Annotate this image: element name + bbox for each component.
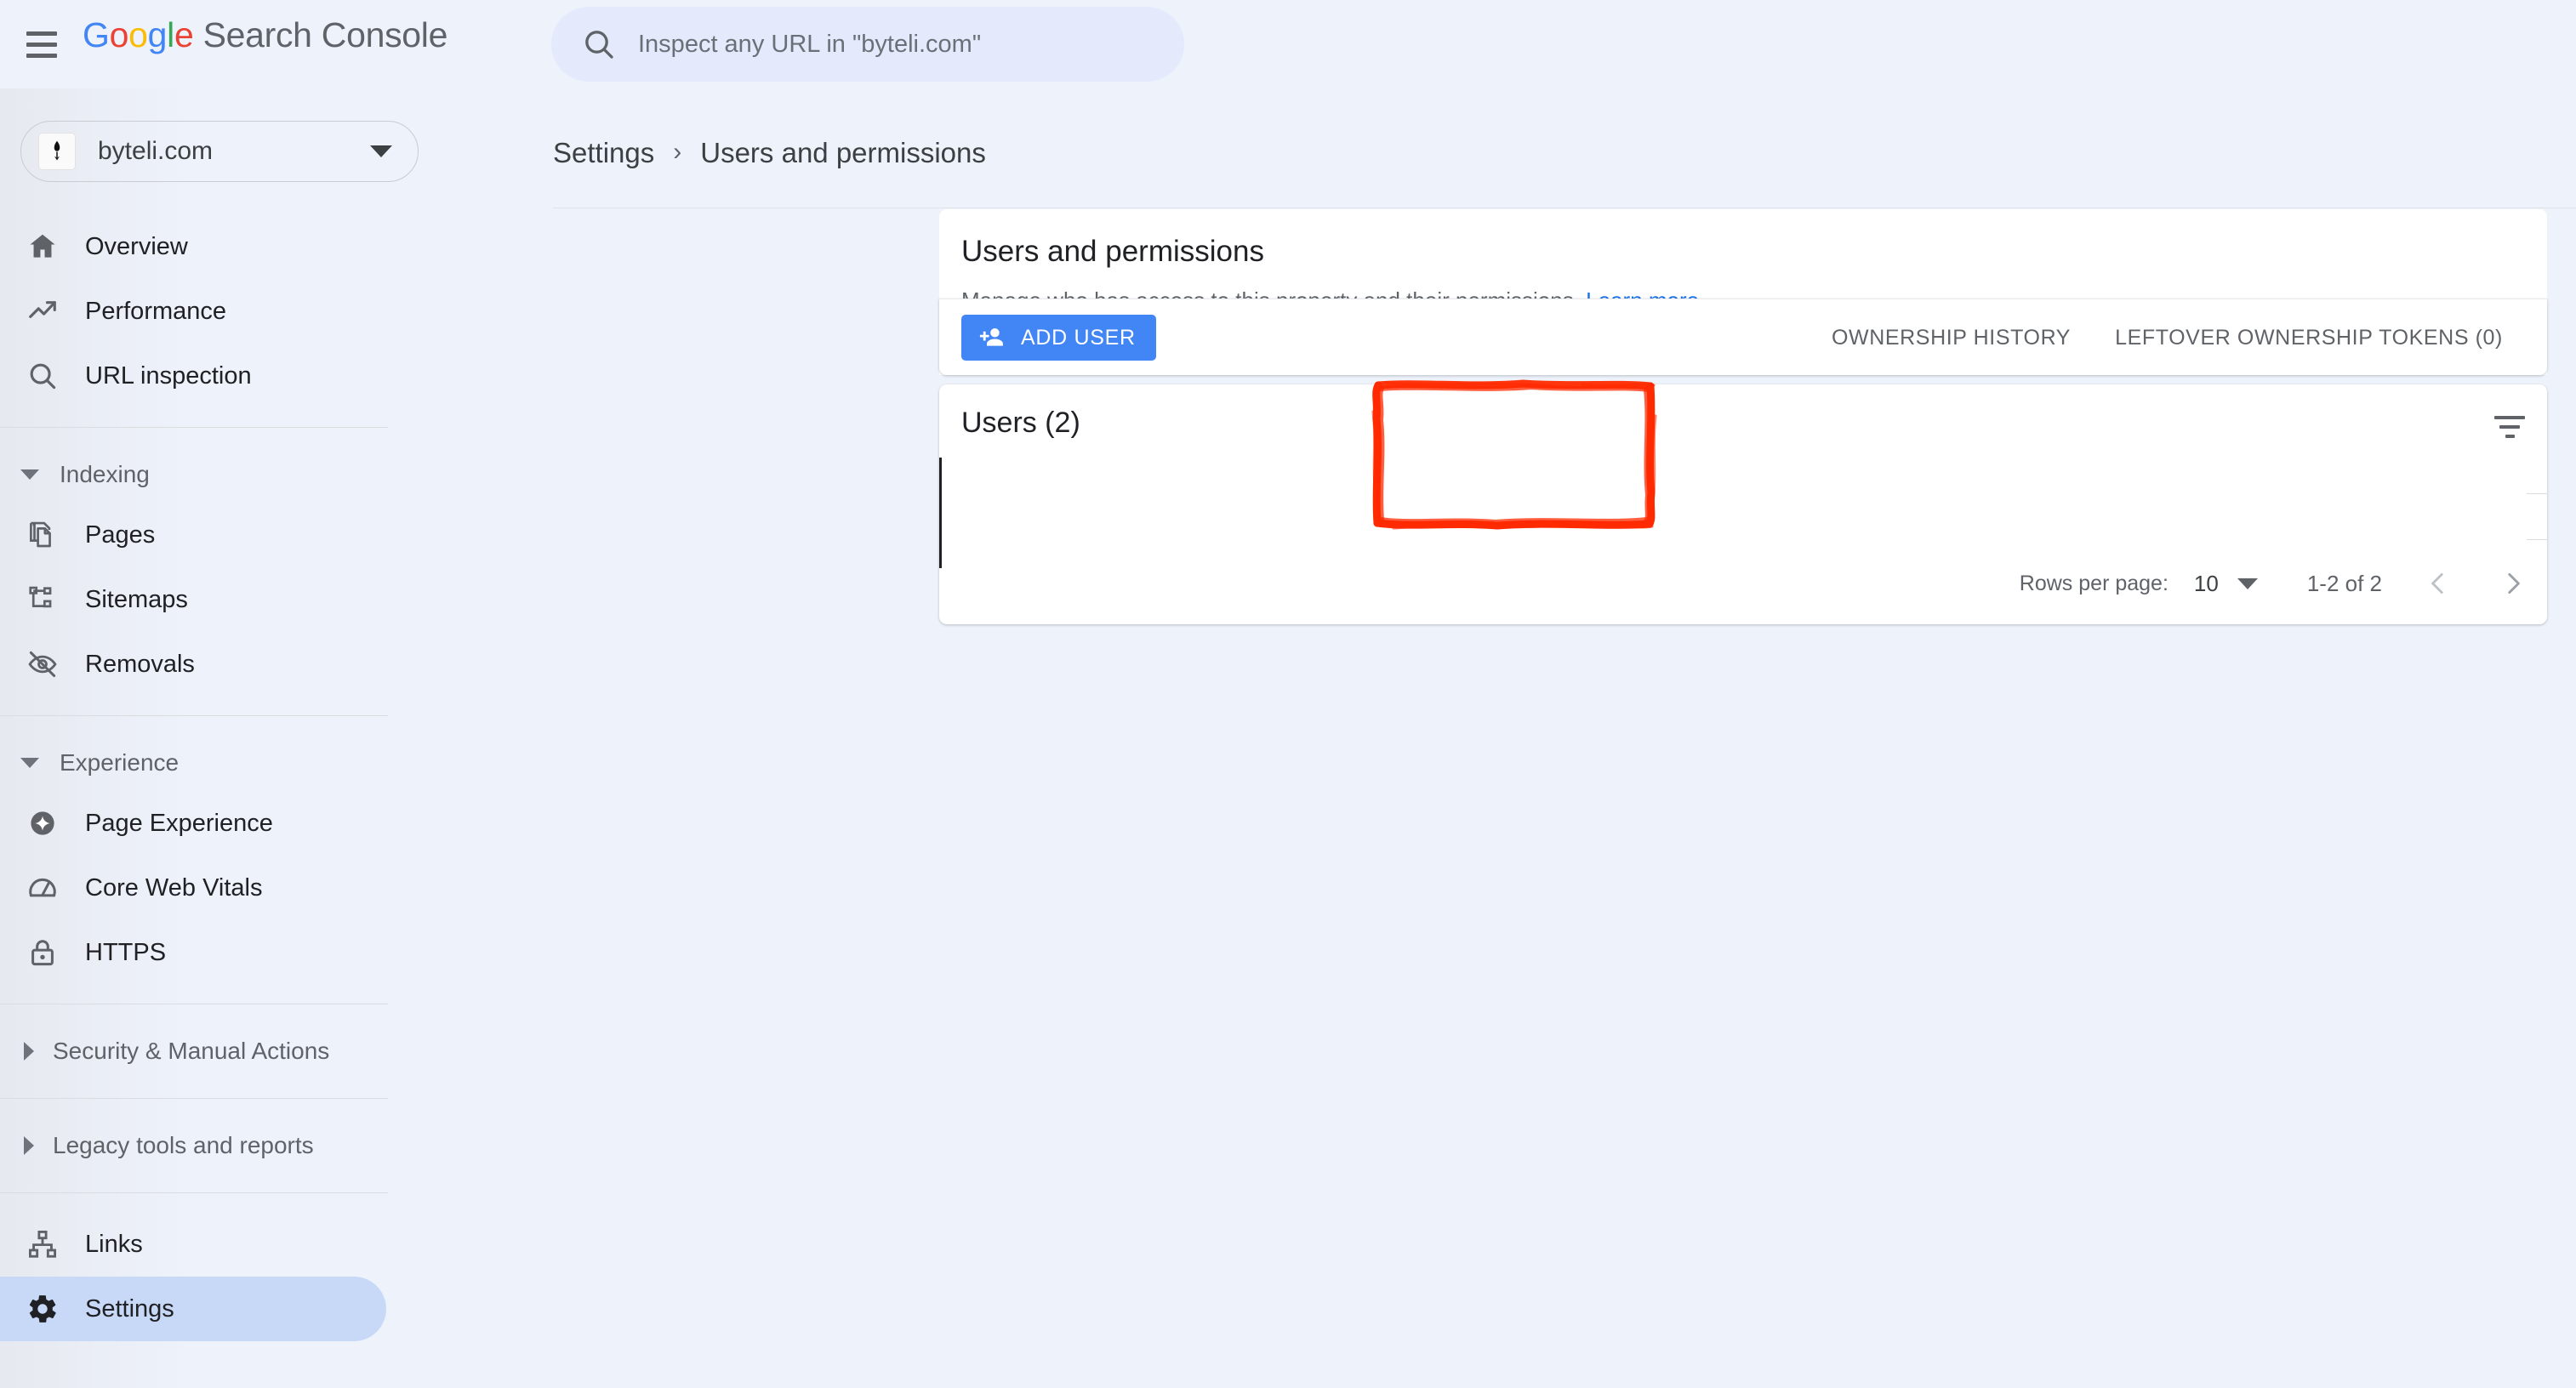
sidebar-item-url-inspection[interactable]: URL inspection xyxy=(0,344,386,408)
divider xyxy=(0,1192,388,1193)
table-left-rule xyxy=(939,458,942,568)
chevron-down-icon xyxy=(20,758,39,768)
sidebar-item-label: Settings xyxy=(85,1294,174,1323)
property-name: byteli.com xyxy=(98,137,214,165)
divider xyxy=(0,1098,388,1099)
leftover-ownership-tokens-button[interactable]: LEFTOVER OWNERSHIP TOKENS (0) xyxy=(2093,326,2525,350)
gear-icon xyxy=(24,1290,61,1328)
sidebar-section-security[interactable]: Security & Manual Actions xyxy=(0,1023,425,1079)
sidebar-item-page-experience[interactable]: Page Experience xyxy=(0,791,386,856)
site-favicon-icon xyxy=(38,133,76,170)
sidebar-item-performance[interactable]: Performance xyxy=(0,279,386,344)
chevron-left-icon[interactable] xyxy=(2419,565,2457,602)
sidebar-item-label: Pages xyxy=(85,520,156,549)
chevron-right-icon[interactable] xyxy=(2494,565,2532,602)
sidebar-item-overview[interactable]: Overview xyxy=(0,214,386,279)
users-table-card: Users (2) Rows per page: 10 1-2 of 2 xyxy=(939,384,2547,624)
google-logo: Google xyxy=(83,15,194,54)
page-experience-diamond-icon xyxy=(24,805,61,842)
search-icon xyxy=(24,357,61,395)
page-title: Users and permissions xyxy=(700,137,986,168)
chevron-down-icon[interactable] xyxy=(2237,577,2258,589)
sidebar-section-legacy-tools[interactable]: Legacy tools and reports xyxy=(0,1118,425,1174)
sidebar-item-label: Removals xyxy=(85,650,195,678)
search-icon xyxy=(585,31,613,59)
add-user-label: ADD USER xyxy=(1021,325,1136,350)
eye-off-icon xyxy=(24,646,61,683)
search-console-app: Google Search Console Inspect any URL in… xyxy=(0,0,2576,1388)
links-hierarchy-icon xyxy=(24,1226,61,1263)
rows-per-page-value[interactable]: 10 xyxy=(2194,571,2219,597)
pagination-range: 1-2 of 2 xyxy=(2306,570,2382,596)
sidebar-section-label: Security & Manual Actions xyxy=(53,1038,330,1064)
sidebar-item-label: Overview xyxy=(85,232,188,260)
app-brand[interactable]: Google Search Console xyxy=(83,15,447,55)
add-user-button[interactable]: ADD USER xyxy=(961,315,1156,361)
sidebar-item-label: URL inspection xyxy=(85,361,252,390)
filter-funnel-icon[interactable] xyxy=(2491,410,2528,444)
sidebar-primary-nav: Overview Performance URL inspection Inde… xyxy=(0,214,425,1341)
lock-icon xyxy=(24,934,61,971)
top-app-bar: Google Search Console Inspect any URL in… xyxy=(0,0,2576,88)
sitemap-tree-icon xyxy=(24,581,61,618)
breadcrumb: Settings › Users and permissions xyxy=(553,128,986,179)
hamburger-menu-icon[interactable] xyxy=(20,22,64,66)
main-content: Settings › Users and permissions Users a… xyxy=(425,88,2576,1388)
url-inspection-search[interactable]: Inspect any URL in "byteli.com" xyxy=(551,7,1184,82)
sidebar-item-settings[interactable]: Settings xyxy=(0,1277,386,1341)
sidebar-item-label: Core Web Vitals xyxy=(85,873,263,902)
person-add-icon xyxy=(979,328,1003,346)
sidebar-item-sitemaps[interactable]: Sitemaps xyxy=(0,567,386,632)
sidebar-item-links[interactable]: Links xyxy=(0,1212,386,1277)
sidebar-item-label: Links xyxy=(85,1230,143,1258)
sidebar-section-label: Experience xyxy=(60,749,180,776)
search-input[interactable]: Inspect any URL in "byteli.com" xyxy=(638,31,981,59)
sidebar-item-label: Sitemaps xyxy=(85,585,188,613)
sidebar-item-label: Performance xyxy=(85,297,227,325)
property-selector[interactable]: byteli.com xyxy=(20,121,419,182)
chevron-right-icon: › xyxy=(673,138,682,166)
permissions-card-title: Users and permissions xyxy=(961,235,1264,268)
pages-copy-icon xyxy=(24,516,61,554)
table-row-divider xyxy=(2527,493,2547,494)
sidebar-section-label: Indexing xyxy=(60,461,150,487)
sidebar-section-indexing[interactable]: Indexing xyxy=(0,447,425,503)
sidebar-item-pages[interactable]: Pages xyxy=(0,503,386,567)
sidebar-item-https[interactable]: HTTPS xyxy=(0,920,386,985)
home-icon xyxy=(24,228,61,265)
rows-per-page-label: Rows per page: xyxy=(2019,571,2169,595)
ownership-history-button[interactable]: OWNERSHIP HISTORY xyxy=(1809,326,2093,350)
pagination-controls: Rows per page: 10 1-2 of 2 xyxy=(2020,543,2532,624)
speedometer-icon xyxy=(24,869,61,907)
sidebar-item-removals[interactable]: Removals xyxy=(0,632,386,697)
users-table-title: Users (2) xyxy=(961,407,1080,439)
chevron-down-icon[interactable] xyxy=(370,145,392,157)
sidebar-item-core-web-vitals[interactable]: Core Web Vitals xyxy=(0,856,386,920)
secondary-actions: OWNERSHIP HISTORY LEFTOVER OWNERSHIP TOK… xyxy=(1809,299,2525,376)
chevron-right-icon xyxy=(24,1042,34,1061)
sidebar-item-label: HTTPS xyxy=(85,938,167,966)
sidebar-item-label: Page Experience xyxy=(85,809,273,837)
divider xyxy=(0,715,388,716)
chevron-right-icon xyxy=(24,1136,34,1155)
sidebar-section-label: Legacy tools and reports xyxy=(53,1132,314,1158)
table-row-divider xyxy=(2527,539,2547,540)
trending-up-icon xyxy=(24,293,61,330)
breadcrumb-settings[interactable]: Settings xyxy=(553,137,654,169)
chevron-down-icon xyxy=(20,469,39,480)
sidebar: byteli.com Overview Performance URL insp… xyxy=(0,88,425,1388)
divider xyxy=(0,427,388,428)
sidebar-section-experience[interactable]: Experience xyxy=(0,735,425,791)
app-title: Search Console xyxy=(202,15,448,54)
actions-bar: ADD USER OWNERSHIP HISTORY LEFTOVER OWNE… xyxy=(939,299,2547,375)
